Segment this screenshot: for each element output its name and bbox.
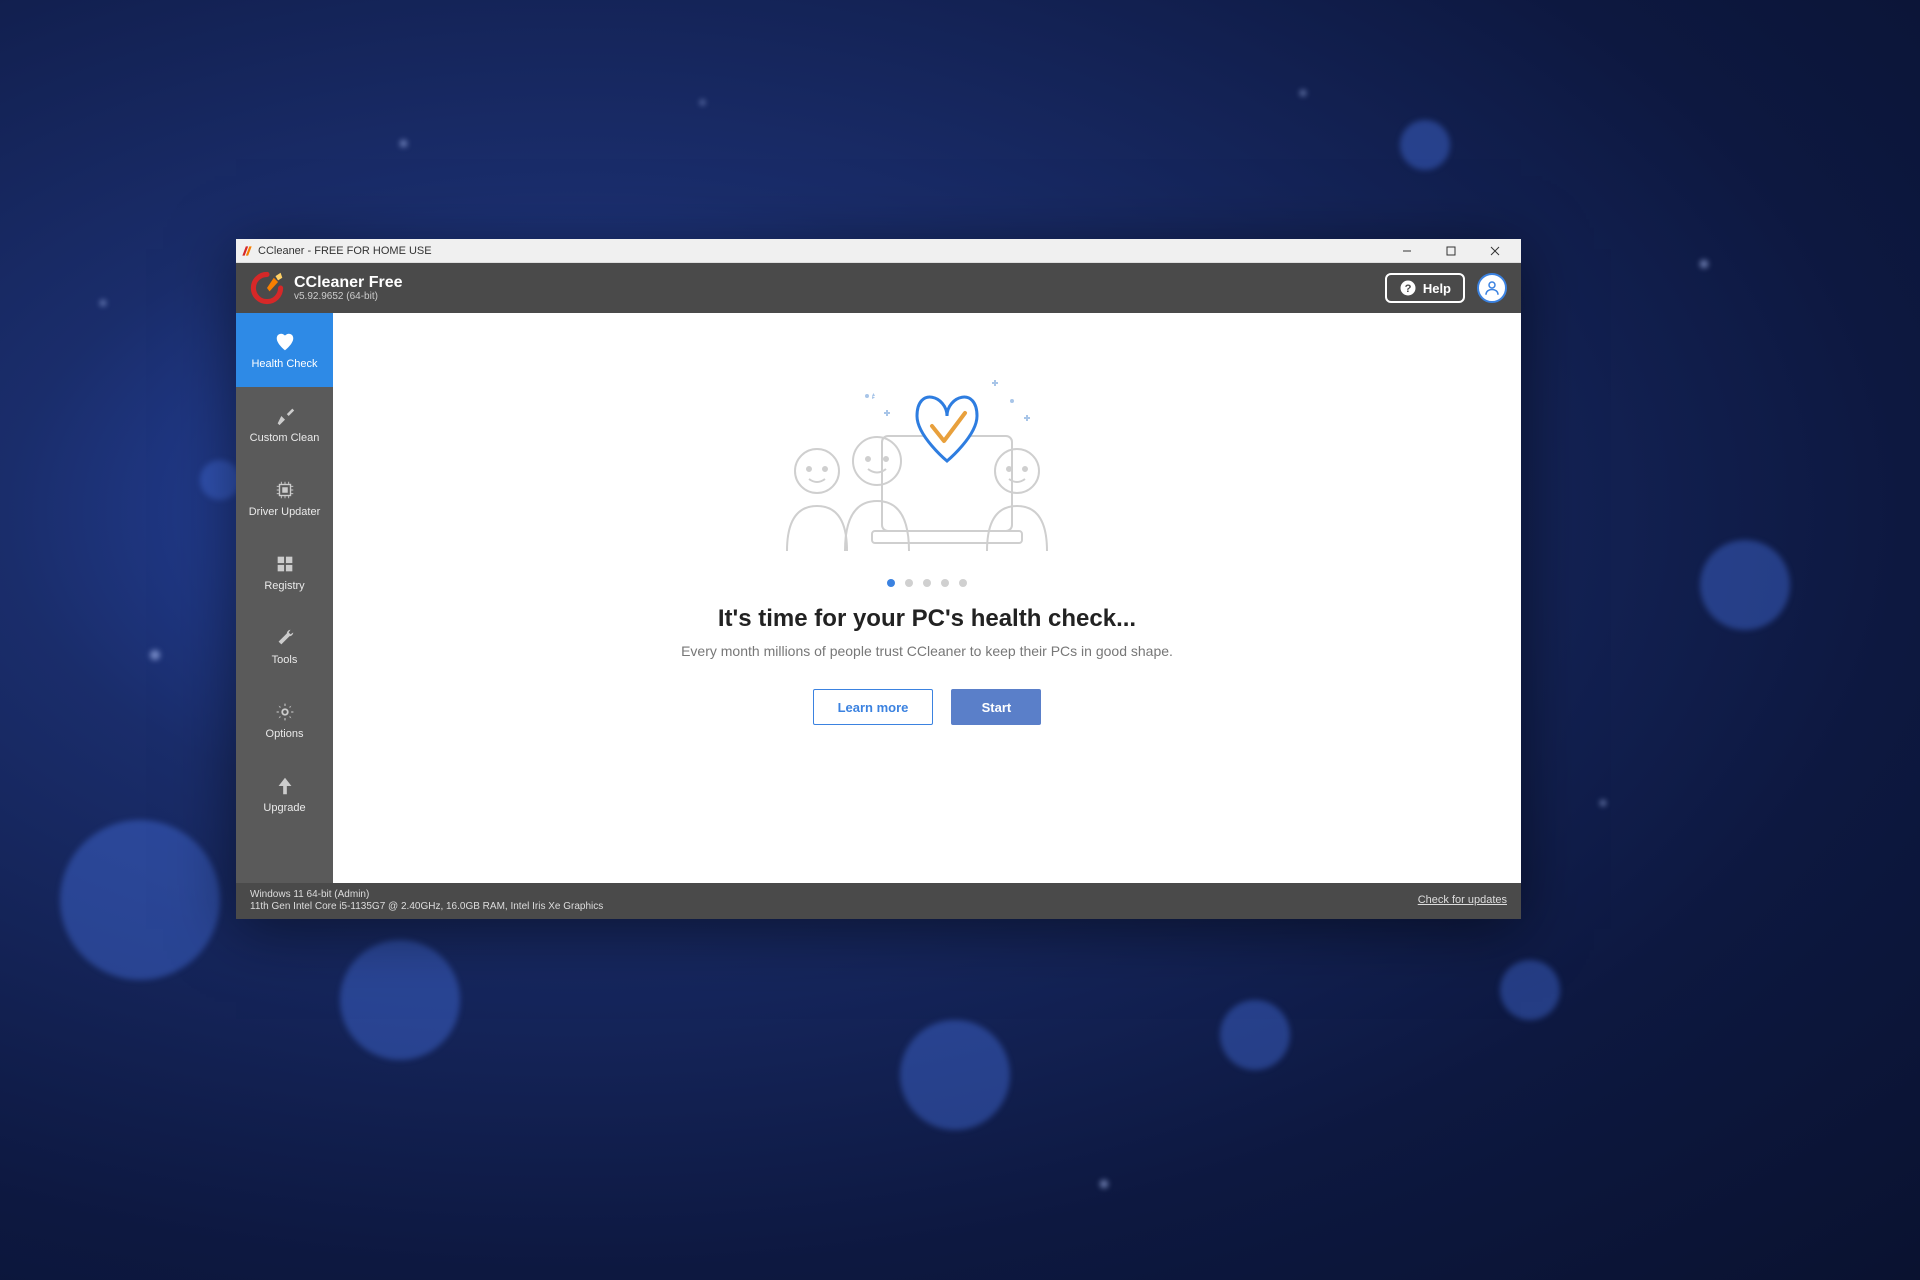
chip-icon (274, 479, 296, 501)
app-body: Health Check Custom Clean Driver Updater… (236, 313, 1521, 883)
sidebar-item-custom-clean[interactable]: Custom Clean (236, 387, 333, 461)
heart-icon (274, 331, 296, 353)
main-headline: It's time for your PC's health check... (718, 605, 1136, 633)
help-button[interactable]: ? Help (1385, 273, 1465, 303)
account-button[interactable] (1477, 273, 1507, 303)
user-icon (1483, 279, 1501, 297)
sidebar-item-registry[interactable]: Registry (236, 535, 333, 609)
window-title: CCleaner - FREE FOR HOME USE (258, 245, 432, 257)
sidebar-item-tools[interactable]: Tools (236, 609, 333, 683)
app-window: CCleaner - FREE FOR HOME USE CCleaner Fr… (236, 239, 1521, 919)
product-name: CCleaner Free (294, 274, 403, 292)
status-bar: Windows 11 64-bit (Admin) 11th Gen Intel… (236, 883, 1521, 919)
sidebar-item-label: Tools (272, 654, 298, 666)
check-for-updates-link[interactable]: Check for updates (1418, 894, 1507, 907)
learn-more-button[interactable]: Learn more (813, 689, 934, 725)
main-subtext: Every month millions of people trust CCl… (681, 643, 1173, 659)
sidebar-item-health-check[interactable]: Health Check (236, 313, 333, 387)
gear-icon (274, 701, 296, 723)
product-version: v5.92.9652 (64-bit) (294, 291, 403, 302)
health-check-illustration (757, 341, 1097, 571)
start-button[interactable]: Start (951, 689, 1041, 725)
carousel-dot-2[interactable] (905, 579, 913, 587)
sidebar-item-label: Health Check (251, 358, 317, 370)
sidebar: Health Check Custom Clean Driver Updater… (236, 313, 333, 883)
maximize-button[interactable] (1429, 239, 1473, 263)
sidebar-item-driver-updater[interactable]: Driver Updater (236, 461, 333, 535)
carousel-dot-4[interactable] (941, 579, 949, 587)
sidebar-item-upgrade[interactable]: Upgrade (236, 757, 333, 831)
help-label: Help (1423, 281, 1451, 296)
ccleaner-logo-icon (250, 271, 284, 305)
start-label: Start (982, 700, 1012, 715)
status-os: Windows 11 64-bit (Admin) (250, 889, 603, 901)
sidebar-item-options[interactable]: Options (236, 683, 333, 757)
carousel-dots[interactable] (887, 579, 967, 587)
sidebar-item-label: Options (266, 728, 304, 740)
app-header: CCleaner Free v5.92.9652 (64-bit) ? Help (236, 263, 1521, 313)
arrow-up-icon (274, 775, 296, 797)
app-icon (240, 244, 254, 258)
carousel-dot-3[interactable] (923, 579, 931, 587)
sidebar-item-label: Custom Clean (250, 432, 320, 444)
window-titlebar: CCleaner - FREE FOR HOME USE (236, 239, 1521, 263)
main-panel: It's time for your PC's health check... … (333, 313, 1521, 883)
close-button[interactable] (1473, 239, 1517, 263)
sidebar-item-label: Driver Updater (249, 506, 321, 518)
carousel-dot-1[interactable] (887, 579, 895, 587)
carousel-dot-5[interactable] (959, 579, 967, 587)
minimize-button[interactable] (1385, 239, 1429, 263)
svg-text:?: ? (1404, 283, 1411, 295)
grid-icon (274, 553, 296, 575)
sidebar-item-label: Upgrade (263, 802, 305, 814)
brush-icon (274, 405, 296, 427)
sidebar-item-label: Registry (264, 580, 304, 592)
status-hw: 11th Gen Intel Core i5-1135G7 @ 2.40GHz,… (250, 901, 603, 913)
learn-more-label: Learn more (838, 700, 909, 715)
wrench-icon (274, 627, 296, 649)
help-icon: ? (1399, 279, 1417, 297)
